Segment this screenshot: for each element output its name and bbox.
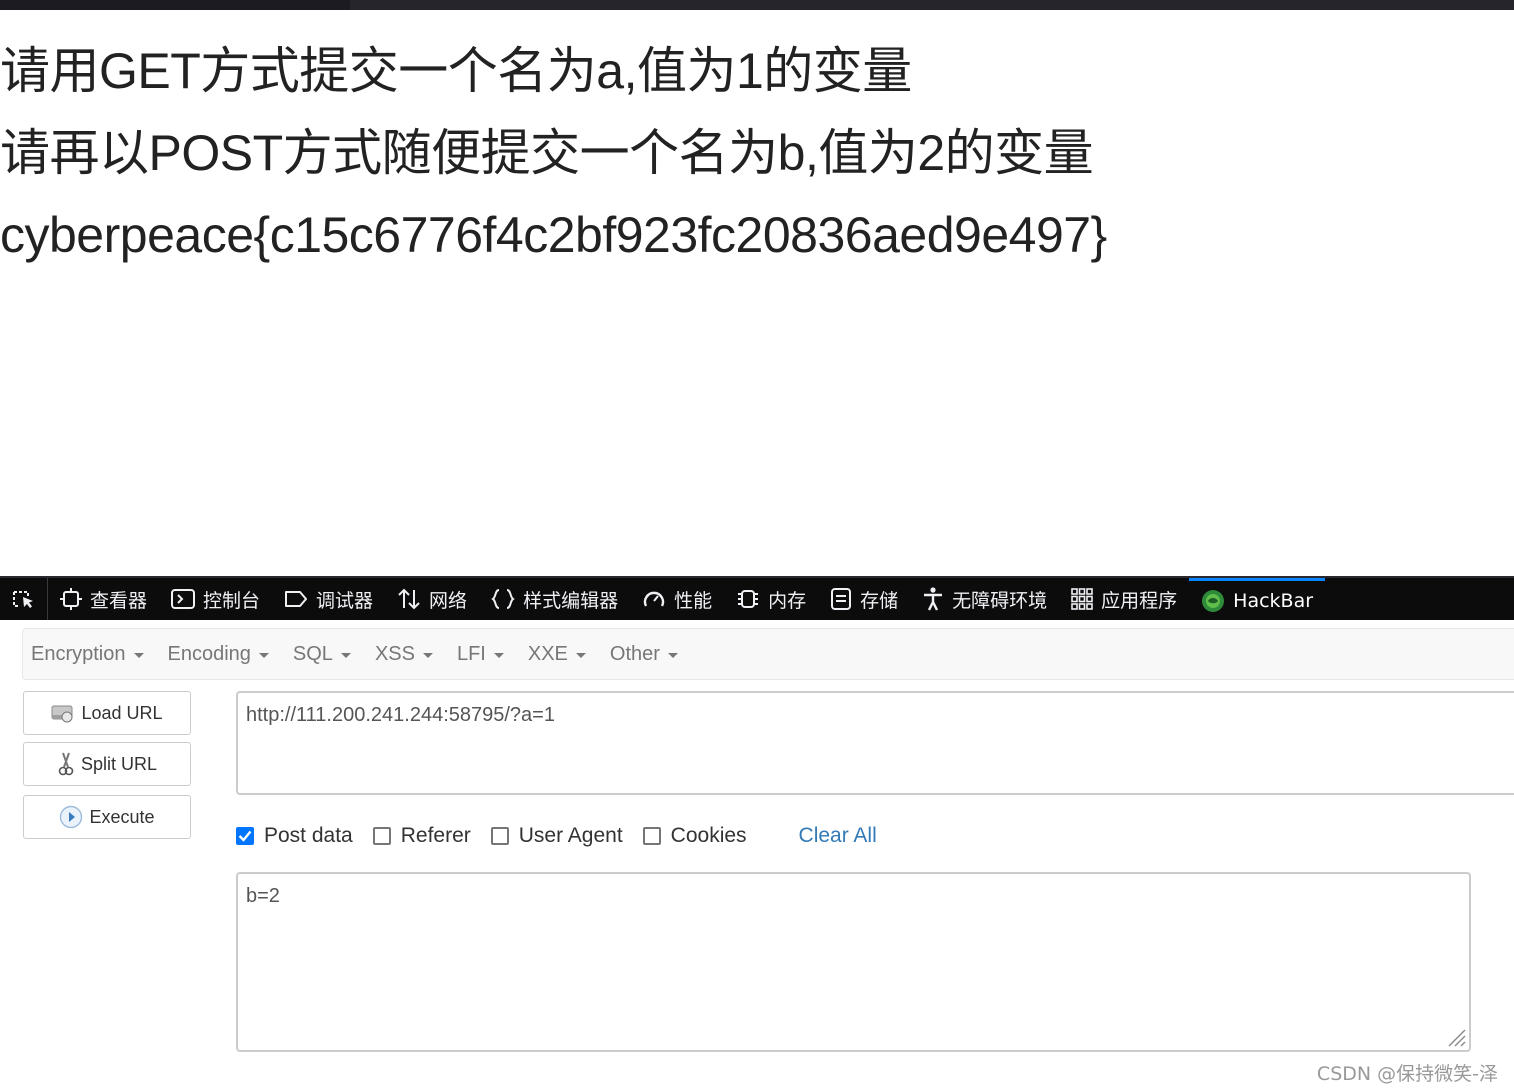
post-data-checkbox[interactable] (236, 827, 254, 845)
tab-inspector[interactable]: 查看器 (48, 578, 159, 620)
devtools-toolbar: 查看器 控制台 调试器 网络 样式编辑器 性能 内存 存储 无障碍环境 应用程序… (0, 576, 1514, 620)
tab-label: 样式编辑器 (523, 589, 619, 612)
menu-xss[interactable]: XSS (375, 643, 433, 666)
browser-tab-strip (0, 0, 350, 10)
tab-debugger[interactable]: 调试器 (272, 578, 385, 620)
memory-icon (738, 590, 759, 608)
storage-icon (831, 588, 852, 610)
split-url-label: Split URL (80, 753, 158, 774)
tab-label: 存储 (860, 589, 899, 612)
tab-accessibility[interactable]: 无障碍环境 (910, 578, 1059, 620)
page-line-get-instruction: 请用GET方式提交一个名为a,值为1的变量 (0, 43, 912, 99)
tab-network[interactable]: 网络 (385, 578, 479, 620)
menu-lfi[interactable]: LFI (457, 643, 504, 666)
caret-down-icon (340, 652, 351, 658)
tab-label: 应用程序 (1101, 589, 1178, 612)
page-content: 请用GET方式提交一个名为a,值为1的变量 请再以POST方式随便提交一个名为b… (0, 30, 1514, 276)
debugger-icon (285, 591, 308, 607)
cookies-checkbox[interactable] (642, 827, 661, 845)
menu-label: LFI (456, 642, 486, 665)
element-picker-button[interactable] (0, 578, 48, 620)
caret-down-icon (422, 652, 433, 658)
browser-top-bar (0, 0, 1514, 10)
menu-label: Encoding (167, 642, 251, 665)
accessibility-icon (924, 587, 943, 611)
referer-checkbox[interactable] (372, 827, 391, 845)
inspector-icon (60, 588, 82, 610)
hackbar-options: Post data Referer User Agent Cookies Cle… (236, 820, 877, 852)
menu-label: XXE (527, 642, 568, 665)
tab-label: 调试器 (316, 589, 374, 612)
load-url-label: Load URL (81, 702, 163, 723)
watermark: CSDN @保持微笑-泽 (1316, 1063, 1498, 1085)
hackbar-icon (1202, 589, 1225, 612)
play-icon (60, 805, 83, 829)
split-url-button[interactable]: Split URL (23, 742, 191, 786)
post-data-option[interactable]: Post data (236, 824, 353, 848)
cookies-option[interactable]: Cookies (642, 824, 747, 848)
page-line-flag: cyberpeace{c15c6776f4c2bf923fc20836aed9e… (0, 207, 1107, 263)
menu-other[interactable]: Other (610, 643, 678, 666)
console-icon (171, 589, 196, 609)
tab-label: 网络 (429, 589, 468, 612)
clear-all-link[interactable]: Clear All (799, 824, 877, 848)
cookies-label: Cookies (670, 824, 747, 847)
tab-storage[interactable]: 存储 (818, 578, 910, 620)
caret-down-icon (667, 652, 678, 658)
menu-label: SQL (292, 642, 333, 665)
user-agent-label: User Agent (518, 824, 623, 847)
menu-encryption[interactable]: Encryption (31, 643, 144, 666)
tab-label: 控制台 (203, 589, 261, 612)
post-data-input[interactable]: b=2 (236, 872, 1471, 1052)
hackbar-menu-bar: Encryption Encoding SQL XSS LFI XXE Othe… (22, 628, 1514, 680)
resize-grip-icon[interactable] (1445, 1026, 1467, 1048)
application-icon (1071, 588, 1093, 610)
caret-down-icon (133, 652, 144, 658)
network-icon (398, 588, 420, 610)
hackbar-panel: Encryption Encoding SQL XSS LFI XXE Othe… (0, 620, 1514, 1092)
tab-application[interactable]: 应用程序 (1059, 578, 1189, 620)
tab-performance[interactable]: 性能 (630, 578, 724, 620)
menu-encoding[interactable]: Encoding (168, 643, 269, 666)
tab-label: 内存 (768, 589, 807, 612)
scissors-icon (58, 752, 74, 776)
tab-style-editor[interactable]: 样式编辑器 (479, 578, 630, 620)
style-editor-icon (491, 589, 515, 609)
execute-button[interactable]: Execute (23, 795, 191, 839)
caret-down-icon (258, 652, 269, 658)
post-data-value: b=2 (246, 885, 280, 907)
menu-label: Encryption (31, 642, 126, 665)
menu-sql[interactable]: SQL (293, 643, 351, 666)
tab-label: HackBar (1233, 589, 1314, 612)
page-line-post-instruction: 请再以POST方式随便提交一个名为b,值为2的变量 (0, 125, 1094, 181)
menu-xxe[interactable]: XXE (528, 643, 586, 666)
checkmark-icon (238, 830, 252, 842)
tab-console[interactable]: 控制台 (159, 578, 272, 620)
tab-label: 性能 (674, 589, 713, 612)
caret-down-icon (493, 652, 504, 658)
menu-label: Other (609, 642, 660, 665)
user-agent-option[interactable]: User Agent (490, 824, 623, 848)
load-url-icon (51, 705, 73, 723)
performance-icon (643, 591, 665, 607)
referer-option[interactable]: Referer (372, 824, 471, 848)
tab-memory[interactable]: 内存 (724, 578, 818, 620)
post-data-label: Post data (264, 824, 353, 847)
element-picker-icon (12, 591, 33, 608)
tab-label: 查看器 (90, 589, 148, 612)
url-input[interactable]: http://111.200.241.244:58795/?a=1 (236, 691, 1514, 795)
tab-label: 无障碍环境 (952, 589, 1048, 612)
execute-label: Execute (89, 806, 155, 827)
menu-label: XSS (374, 642, 415, 665)
referer-label: Referer (400, 824, 471, 847)
tab-hackbar[interactable]: HackBar (1189, 578, 1326, 620)
user-agent-checkbox[interactable] (490, 827, 509, 845)
load-url-button[interactable]: Load URL (23, 691, 191, 735)
caret-down-icon (575, 652, 586, 658)
